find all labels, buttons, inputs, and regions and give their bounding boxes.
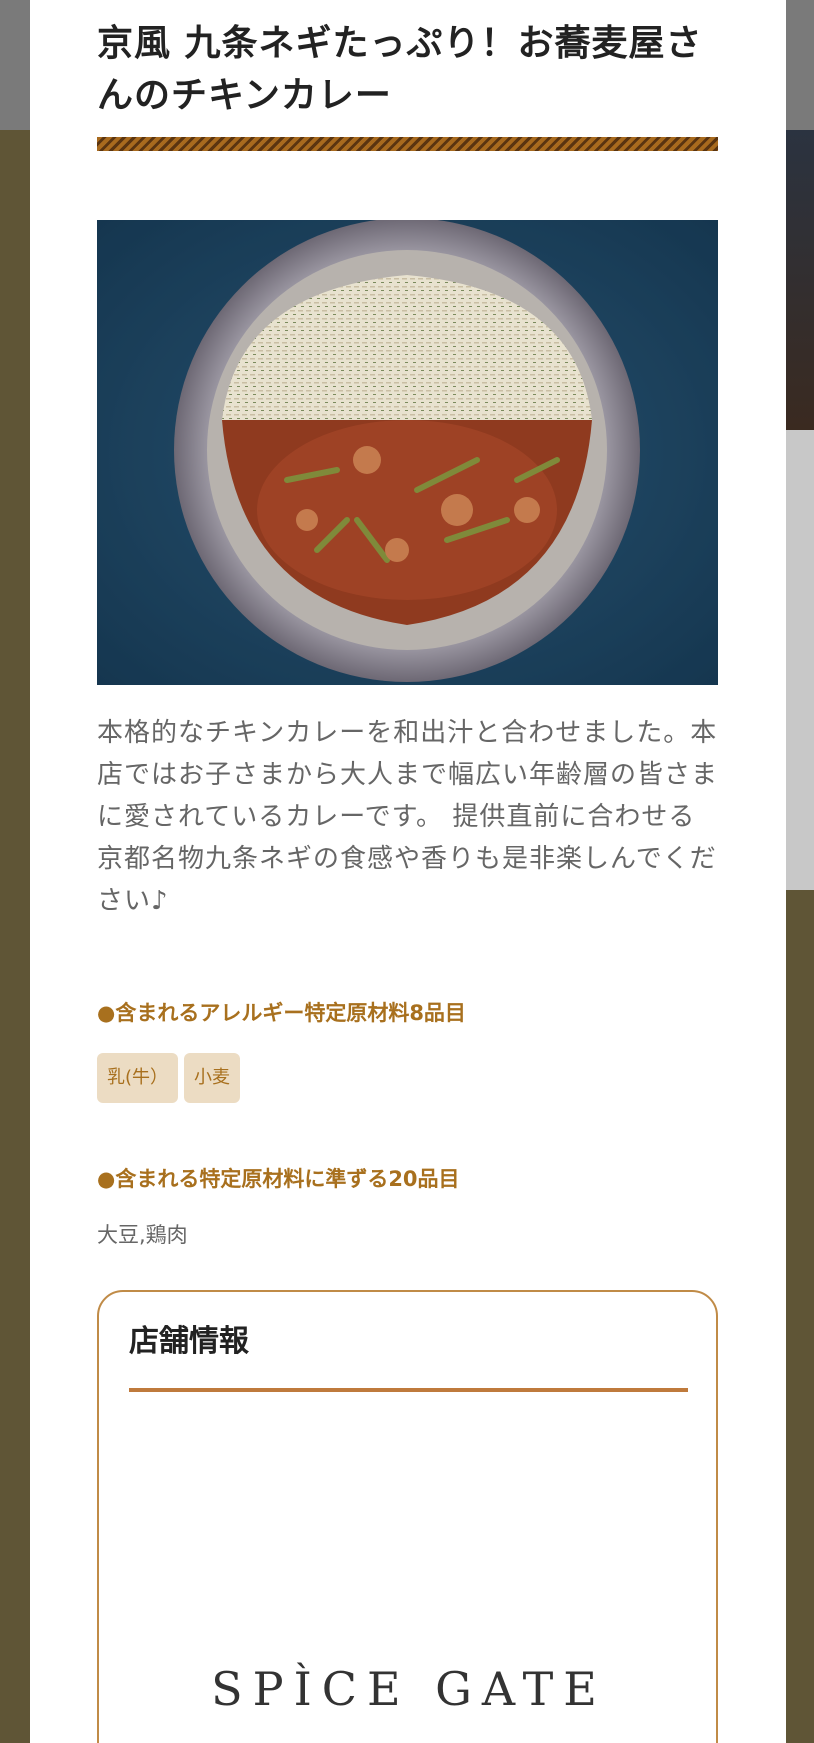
- allergen-tag: 乳(牛）: [97, 1053, 179, 1103]
- background-overlay-right-lower: [786, 430, 814, 890]
- store-info-heading: 店舗情報: [129, 1324, 249, 1359]
- curry-photo-icon: [97, 220, 718, 685]
- title-divider: [97, 137, 718, 151]
- product-description: 本格的なチキンカレーを和出汁と合わせました。本店ではお子さまから大人まで幅広い年…: [97, 718, 719, 916]
- allergen-tag: 小麦: [184, 1053, 241, 1103]
- allergen-equivalent-heading: ●含まれる特定原材料に準ずる20品目: [97, 1167, 460, 1191]
- product-photo: [97, 220, 718, 685]
- product-detail-panel: 京風 九条ネギたっぷり！お蕎麦屋さんのチキンカレー 本格的なチキンカレーを和出汁…: [30, 0, 786, 1743]
- product-title: 京風 九条ネギたっぷり！お蕎麦屋さんのチキンカレー: [97, 23, 703, 116]
- store-info-divider: [129, 1388, 688, 1392]
- allergen-tag-list: 乳(牛） 小麦: [97, 1053, 241, 1103]
- allergen-specified-heading: ●含まれるアレルギー特定原材料8品目: [97, 1001, 466, 1025]
- store-info-card: 店舗情報 SPÌCE GATE: [97, 1290, 718, 1743]
- background-overlay-right: [786, 130, 814, 430]
- store-logo[interactable]: SPÌCE GATE: [179, 1662, 639, 1716]
- allergen-equivalent-items: 大豆,鶏肉: [97, 1223, 188, 1247]
